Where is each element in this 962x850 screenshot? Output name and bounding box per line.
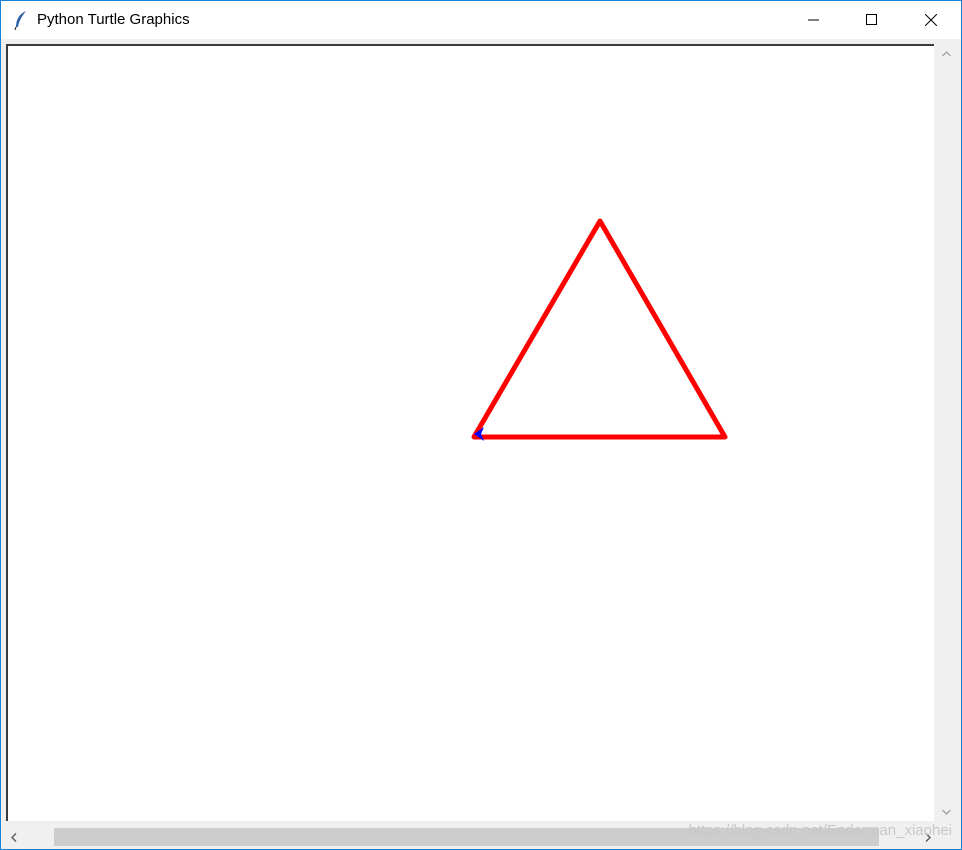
- scroll-up-button[interactable]: [938, 46, 954, 62]
- turtle-canvas[interactable]: [6, 44, 934, 821]
- vertical-scrollbar[interactable]: [936, 44, 956, 821]
- close-icon: [925, 14, 937, 26]
- minimize-button[interactable]: [785, 1, 843, 39]
- maximize-button[interactable]: [843, 1, 901, 39]
- maximize-icon: [866, 14, 877, 25]
- feather-icon: [14, 11, 26, 30]
- window-title: Python Turtle Graphics: [37, 11, 190, 28]
- canvas-drawing: [471, 218, 728, 441]
- chevron-up-icon: [941, 51, 951, 57]
- chevron-left-icon: [11, 832, 17, 842]
- scroll-down-button[interactable]: [938, 804, 954, 820]
- chevron-down-icon: [941, 809, 951, 815]
- close-button[interactable]: [902, 1, 960, 39]
- watermark-text: https://blog.csdn.net/Enderman_xiaohei: [688, 822, 952, 839]
- turtle-window: Python Turtle Graphics: [0, 0, 962, 850]
- minimize-icon: [808, 19, 819, 21]
- triangle-shape: [471, 218, 728, 440]
- title-bar[interactable]: Python Turtle Graphics: [1, 1, 961, 39]
- scroll-left-button[interactable]: [6, 829, 22, 845]
